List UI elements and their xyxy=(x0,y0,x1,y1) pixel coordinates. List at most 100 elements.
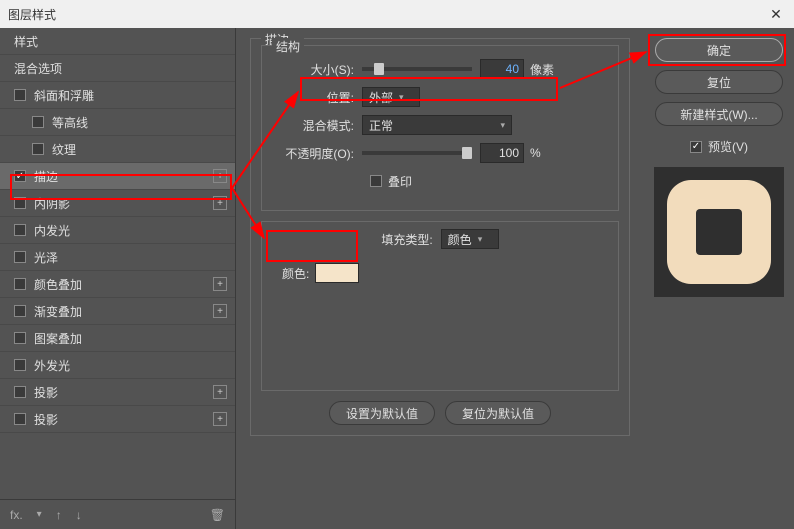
color-label: 颜色: xyxy=(282,265,309,282)
style-label: 内发光 xyxy=(34,222,227,239)
style-label: 投影 xyxy=(34,411,213,428)
style-checkbox[interactable] xyxy=(32,116,44,128)
row-overprint: 叠印 xyxy=(370,168,604,194)
filltype-label: 填充类型: xyxy=(381,231,440,248)
style-list: 样式 混合选项 斜面和浮雕等高线纹理描边+内阴影+内发光光泽颜色叠加+渐变叠加+… xyxy=(0,28,235,499)
arrow-up-icon[interactable]: ↑ xyxy=(56,508,62,522)
size-input[interactable]: 40 xyxy=(480,59,524,79)
stroke-fieldset: 描边 结构 大小(S): 40 像素 位置: 外部 ▾ 混合模式: xyxy=(250,38,630,436)
style-label: 斜面和浮雕 xyxy=(34,87,227,104)
position-select[interactable]: 外部 ▾ xyxy=(362,87,420,107)
style-checkbox[interactable] xyxy=(14,386,26,398)
plus-icon[interactable]: + xyxy=(213,385,227,399)
blend-label: 混合模式: xyxy=(276,117,362,134)
style-label: 纹理 xyxy=(52,141,227,158)
sidebar-item[interactable]: 等高线 xyxy=(0,109,235,136)
style-checkbox[interactable] xyxy=(14,197,26,209)
content: 样式 混合选项 斜面和浮雕等高线纹理描边+内阴影+内发光光泽颜色叠加+渐变叠加+… xyxy=(0,28,794,529)
sidebar-item[interactable]: 外发光 xyxy=(0,352,235,379)
plus-icon[interactable]: + xyxy=(213,169,227,183)
chevron-down-icon[interactable]: ▾ xyxy=(37,509,42,520)
button-row: 设置为默认值 复位为默认值 xyxy=(261,401,619,425)
style-checkbox[interactable] xyxy=(32,143,44,155)
trash-icon[interactable]: 🗑 xyxy=(210,508,225,522)
style-label: 内阴影 xyxy=(34,195,213,212)
sidebar-header-styles[interactable]: 样式 xyxy=(0,28,235,55)
chevron-down-icon: ▾ xyxy=(500,120,505,131)
style-label: 图案叠加 xyxy=(34,330,227,347)
style-label: 渐变叠加 xyxy=(34,303,213,320)
plus-icon[interactable]: + xyxy=(213,277,227,291)
sidebar-item[interactable]: 内阴影+ xyxy=(0,190,235,217)
position-label: 位置: xyxy=(276,89,362,106)
style-label: 光泽 xyxy=(34,249,227,266)
dialog-title: 图层样式 xyxy=(8,6,56,23)
structure-title: 结构 xyxy=(272,38,304,55)
reset-default-button[interactable]: 复位为默认值 xyxy=(445,401,551,425)
preview-box xyxy=(654,167,784,297)
blend-select[interactable]: 正常 ▾ xyxy=(362,115,512,135)
sidebar-item[interactable]: 纹理 xyxy=(0,136,235,163)
size-label: 大小(S): xyxy=(276,61,362,78)
style-label: 描边 xyxy=(34,168,213,185)
plus-icon[interactable]: + xyxy=(213,196,227,210)
filltype-select[interactable]: 颜色 ▾ xyxy=(441,229,499,249)
row-blend: 混合模式: 正常 ▾ xyxy=(276,112,604,138)
sidebar-item[interactable]: 投影+ xyxy=(0,379,235,406)
style-label: 投影 xyxy=(34,384,213,401)
opacity-label: 不透明度(O): xyxy=(276,145,362,162)
overprint-checkbox[interactable] xyxy=(370,175,382,187)
sidebar-item[interactable]: 渐变叠加+ xyxy=(0,298,235,325)
new-style-button[interactable]: 新建样式(W)... xyxy=(655,102,783,126)
main-panel: 描边 结构 大小(S): 40 像素 位置: 外部 ▾ 混合模式: xyxy=(236,28,644,529)
preview-checkbox[interactable] xyxy=(690,141,702,153)
sidebar-footer: fx. ▾ ↑ ↓ 🗑 xyxy=(0,499,235,529)
ok-button[interactable]: 确定 xyxy=(655,38,783,62)
style-checkbox[interactable] xyxy=(14,332,26,344)
sidebar-item[interactable]: 描边+ xyxy=(0,163,235,190)
style-label: 等高线 xyxy=(52,114,227,131)
sidebar-item[interactable]: 光泽 xyxy=(0,244,235,271)
opacity-unit: % xyxy=(530,146,541,160)
set-default-button[interactable]: 设置为默认值 xyxy=(329,401,435,425)
size-unit: 像素 xyxy=(530,61,554,78)
sidebar-item[interactable]: 图案叠加 xyxy=(0,325,235,352)
plus-icon[interactable]: + xyxy=(213,304,227,318)
fill-fieldset: 填充类型: 颜色 ▾ 颜色: xyxy=(261,221,619,391)
style-checkbox[interactable] xyxy=(14,278,26,290)
right-column: 确定 复位 新建样式(W)... 预览(V) xyxy=(644,28,794,529)
preview-checkbox-row: 预览(V) xyxy=(690,138,748,155)
color-swatch[interactable] xyxy=(315,263,359,283)
arrow-down-icon[interactable]: ↓ xyxy=(76,508,82,522)
row-color: 颜色: xyxy=(276,260,604,286)
style-checkbox[interactable] xyxy=(14,305,26,317)
row-filltype: 填充类型: 颜色 ▾ xyxy=(276,226,604,252)
fx-icon[interactable]: fx. xyxy=(10,508,23,522)
sidebar-item[interactable]: 内发光 xyxy=(0,217,235,244)
opacity-input[interactable]: 100 xyxy=(480,143,524,163)
style-checkbox[interactable] xyxy=(14,359,26,371)
cancel-button[interactable]: 复位 xyxy=(655,70,783,94)
close-icon[interactable]: ✕ xyxy=(766,6,786,23)
style-checkbox[interactable] xyxy=(14,170,26,182)
style-checkbox[interactable] xyxy=(14,413,26,425)
preview-inner xyxy=(696,209,742,255)
preview-shape xyxy=(667,180,771,284)
plus-icon[interactable]: + xyxy=(213,412,227,426)
preview-label: 预览(V) xyxy=(708,138,748,155)
sidebar-blending-options[interactable]: 混合选项 xyxy=(0,55,235,82)
titlebar: 图层样式 ✕ xyxy=(0,0,794,28)
chevron-down-icon: ▾ xyxy=(478,234,483,245)
overprint-label: 叠印 xyxy=(388,173,412,190)
sidebar-item[interactable]: 投影+ xyxy=(0,406,235,433)
size-slider[interactable] xyxy=(362,67,472,71)
style-checkbox[interactable] xyxy=(14,251,26,263)
opacity-slider[interactable] xyxy=(362,151,472,155)
chevron-down-icon: ▾ xyxy=(399,92,404,103)
style-checkbox[interactable] xyxy=(14,89,26,101)
sidebar-item[interactable]: 颜色叠加+ xyxy=(0,271,235,298)
row-position: 位置: 外部 ▾ xyxy=(276,84,604,110)
sidebar-item[interactable]: 斜面和浮雕 xyxy=(0,82,235,109)
row-size: 大小(S): 40 像素 xyxy=(276,56,604,82)
style-checkbox[interactable] xyxy=(14,224,26,236)
